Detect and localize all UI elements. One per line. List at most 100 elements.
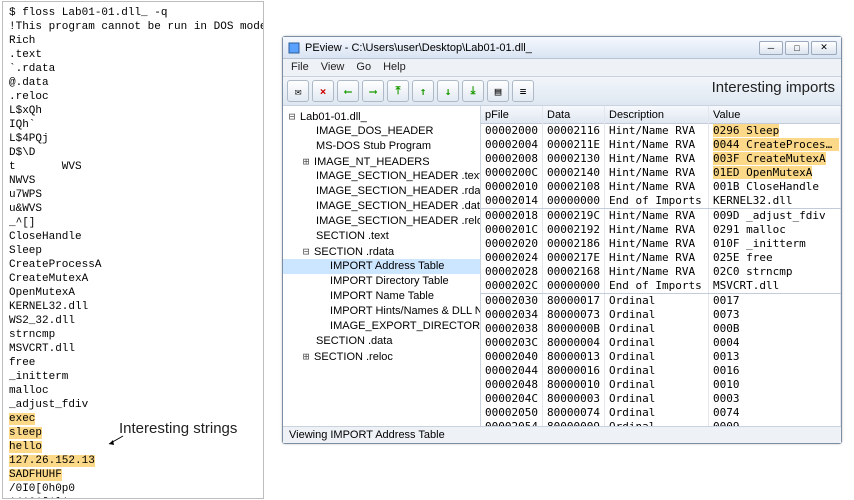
tree-node[interactable]: SECTION .data <box>283 334 480 349</box>
terminal-line: NWVS <box>9 174 257 188</box>
table-row[interactable]: 000020180000219CHint/Name RVA009D _adjus… <box>481 209 841 223</box>
table-row[interactable]: 0000200C00002140Hint/Name RVA01ED OpenMu… <box>481 166 841 180</box>
tree-node[interactable]: IMAGE_SECTION_HEADER .data <box>283 199 480 214</box>
arrow-icon <box>105 434 125 448</box>
statusbar: Viewing IMPORT Address Table <box>283 426 841 443</box>
tree-node[interactable]: IMAGE_DOS_HEADER <box>283 124 480 139</box>
terminal-line: Rich <box>9 34 257 48</box>
tree-node[interactable]: SECTION .text <box>283 229 480 244</box>
maximize-button[interactable]: □ <box>785 41 809 55</box>
toolbar-down-button[interactable]: ↓ <box>437 80 459 102</box>
tree-node[interactable]: IMPORT Hints/Names & DLL Names <box>283 304 480 319</box>
interesting-imports-label: Interesting imports <box>712 79 835 96</box>
close-button[interactable]: ✕ <box>811 41 837 55</box>
terminal-line: L$4PQj <box>9 132 257 146</box>
table-row[interactable]: 000020240000217EHint/Name RVA025E free <box>481 251 841 265</box>
peview-window: PEview - C:\Users\user\Desktop\Lab01-01.… <box>282 36 842 444</box>
tree-node[interactable]: IMPORT Directory Table <box>283 274 480 289</box>
table-row[interactable]: 000020040000211EHint/Name RVA0044 Create… <box>481 138 841 152</box>
table-row[interactable]: 0000201C00002192Hint/Name RVA0291 malloc <box>481 223 841 237</box>
table-row[interactable]: 0000203080000017Ordinal0017 <box>481 294 841 308</box>
terminal-line: CreateProcessA <box>9 258 257 272</box>
menu-file[interactable]: File <box>291 61 309 73</box>
table-row[interactable]: 0000201400000000End of ImportsKERNEL32.d… <box>481 194 841 209</box>
table-row[interactable]: 0000202000002186Hint/Name RVA010F _initt… <box>481 237 841 251</box>
tree-node[interactable]: ⊞ IMAGE_NT_HEADERS <box>283 154 480 169</box>
terminal-line: KERNEL32.dll <box>9 300 257 314</box>
terminal-line: u7WPS <box>9 188 257 202</box>
terminal-line: _^[] <box>9 216 257 230</box>
table-row[interactable]: 000020388000000BOrdinal000B <box>481 322 841 336</box>
menu-view[interactable]: View <box>321 61 345 73</box>
tree-node[interactable]: MS-DOS Stub Program <box>283 139 480 154</box>
menu-help[interactable]: Help <box>383 61 406 73</box>
tree-node[interactable]: IMAGE_SECTION_HEADER .reloc <box>283 214 480 229</box>
terminal-line: OpenMutexA <box>9 286 257 300</box>
terminal-highlighted-line: SADFHUHF <box>9 468 257 482</box>
table-row[interactable]: 0000200000002116Hint/Name RVA0296 Sleep <box>481 124 841 138</box>
tree-node[interactable]: IMAGE_SECTION_HEADER .text <box>283 169 480 184</box>
toolbar-fwd-button[interactable]: ⟶ <box>362 80 384 102</box>
app-icon <box>287 41 301 55</box>
terminal-line: !This program cannot be run in DOS mode. <box>9 20 257 34</box>
tree-node[interactable]: ⊟ Lab01-01.dll_ <box>283 109 480 124</box>
terminal-line: WS2_32.dll <box>9 314 257 328</box>
table-row[interactable]: 0000201000002108Hint/Name RVA001B CloseH… <box>481 180 841 194</box>
table-row[interactable]: 0000204080000013Ordinal0013 <box>481 350 841 364</box>
menu-go[interactable]: Go <box>356 61 371 73</box>
terminal-line: CloseHandle <box>9 230 257 244</box>
terminal-line: IQh` <box>9 118 257 132</box>
terminal-line: t WVS <box>9 160 257 174</box>
table-row[interactable]: 0000202C00000000End of ImportsMSVCRT.dll <box>481 279 841 294</box>
tree-node[interactable]: IMAGE_EXPORT_DIRECTORY <box>283 319 480 334</box>
menubar: File View Go Help <box>283 59 841 77</box>
tree-node[interactable]: IMAGE_SECTION_HEADER .rdata <box>283 184 480 199</box>
terminal-line: _initterm <box>9 370 257 384</box>
terminal-line: @.data <box>9 76 257 90</box>
tree-node[interactable]: IMPORT Address Table <box>283 259 480 274</box>
terminal-line: `.rdata <box>9 62 257 76</box>
terminal-line: 141G1[1l1 <box>9 496 257 499</box>
table-row[interactable]: 0000200800002130Hint/Name RVA003F Create… <box>481 152 841 166</box>
terminal-line: MSVCRT.dll <box>9 342 257 356</box>
col-value[interactable]: Value <box>709 106 841 124</box>
col-pfile[interactable]: pFile <box>481 106 543 124</box>
col-desc[interactable]: Description <box>605 106 709 124</box>
table-row[interactable]: 0000205480000009Ordinal0009 <box>481 420 841 426</box>
table-row[interactable]: 0000203C80000004Ordinal0004 <box>481 336 841 350</box>
terminal-line: free <box>9 356 257 370</box>
toolbar-open-button[interactable]: ✉ <box>287 80 309 102</box>
terminal-line: D$\D <box>9 146 257 160</box>
toolbar-grid-button[interactable]: ▤ <box>487 80 509 102</box>
terminal-line: /0I0[0h0p0 <box>9 482 257 496</box>
col-data[interactable]: Data <box>543 106 605 124</box>
toolbar: ✉×⟵⟶⤒↑↓⤓▤≡ Interesting imports <box>283 77 841 106</box>
table-row[interactable]: 0000204480000016Ordinal0016 <box>481 364 841 378</box>
table-row[interactable]: 0000203480000073Ordinal0073 <box>481 308 841 322</box>
window-titlebar[interactable]: PEview - C:\Users\user\Desktop\Lab01-01.… <box>283 37 841 59</box>
table-row[interactable]: 0000204C80000003Ordinal0003 <box>481 392 841 406</box>
terminal-line: strncmp <box>9 328 257 342</box>
table-row[interactable]: 0000202800002168Hint/Name RVA02C0 strncm… <box>481 265 841 279</box>
terminal-output: $ floss Lab01-01.dll_ -q !This program c… <box>2 1 264 499</box>
toolbar-first-button[interactable]: ⤒ <box>387 80 409 102</box>
toolbar-back-button[interactable]: ⟵ <box>337 80 359 102</box>
terminal-line: u&WVS <box>9 202 257 216</box>
tree-node[interactable]: IMPORT Name Table <box>283 289 480 304</box>
tree-node[interactable]: ⊞ SECTION .reloc <box>283 349 480 364</box>
terminal-line: .reloc <box>9 90 257 104</box>
terminal-line: CreateMutexA <box>9 272 257 286</box>
toolbar-close-button[interactable]: × <box>312 80 334 102</box>
terminal-line: L$xQh <box>9 104 257 118</box>
tree-node[interactable]: ⊟ SECTION .rdata <box>283 244 480 259</box>
toolbar-list-button[interactable]: ≡ <box>512 80 534 102</box>
tree-panel[interactable]: ⊟ Lab01-01.dll_ IMAGE_DOS_HEADER MS-DOS … <box>283 106 481 426</box>
table-row[interactable]: 0000204880000010Ordinal0010 <box>481 378 841 392</box>
toolbar-up-button[interactable]: ↑ <box>412 80 434 102</box>
terminal-line: .text <box>9 48 257 62</box>
table-row[interactable]: 0000205080000074Ordinal0074 <box>481 406 841 420</box>
terminal-line: Sleep <box>9 244 257 258</box>
grid-header[interactable]: pFile Data Description Value <box>481 106 841 124</box>
toolbar-last-button[interactable]: ⤓ <box>462 80 484 102</box>
minimize-button[interactable]: ─ <box>759 41 783 55</box>
